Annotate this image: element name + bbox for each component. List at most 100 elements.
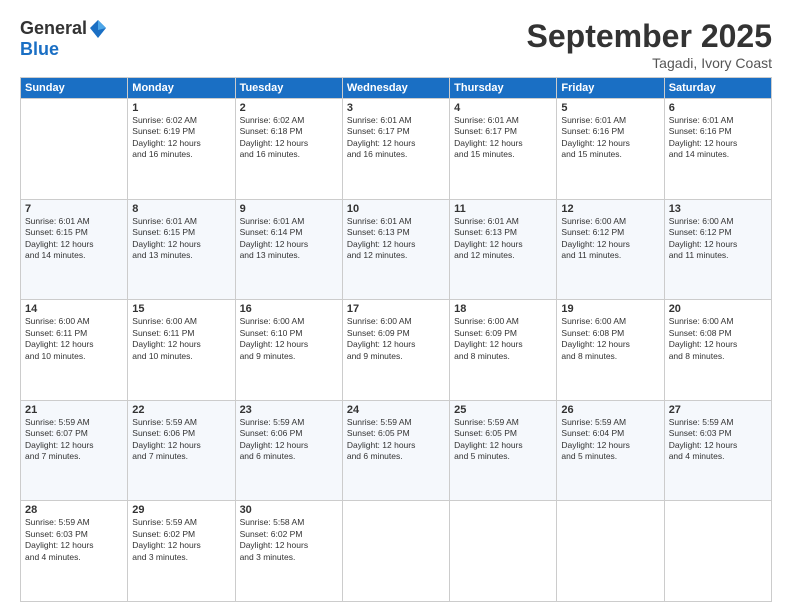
day-number: 15 bbox=[132, 303, 230, 315]
table-row: 29Sunrise: 5:59 AMSunset: 6:02 PMDayligh… bbox=[128, 501, 235, 602]
logo-text: General Blue bbox=[20, 18, 107, 60]
day-number: 12 bbox=[561, 203, 659, 215]
table-row: 7Sunrise: 6:01 AMSunset: 6:15 PMDaylight… bbox=[21, 199, 128, 300]
header: General Blue September 2025 Tagadi, Ivor… bbox=[20, 18, 772, 71]
calendar-week-row: 1Sunrise: 6:02 AMSunset: 6:19 PMDaylight… bbox=[21, 99, 772, 200]
day-detail: Sunrise: 5:59 AMSunset: 6:02 PMDaylight:… bbox=[132, 517, 230, 563]
calendar-table: Sunday Monday Tuesday Wednesday Thursday… bbox=[20, 77, 772, 602]
table-row: 25Sunrise: 5:59 AMSunset: 6:05 PMDayligh… bbox=[450, 400, 557, 501]
table-row: 20Sunrise: 6:00 AMSunset: 6:08 PMDayligh… bbox=[664, 300, 771, 401]
header-tuesday: Tuesday bbox=[235, 78, 342, 99]
table-row bbox=[557, 501, 664, 602]
table-row: 17Sunrise: 6:00 AMSunset: 6:09 PMDayligh… bbox=[342, 300, 449, 401]
day-number: 27 bbox=[669, 404, 767, 416]
day-number: 14 bbox=[25, 303, 123, 315]
table-row: 24Sunrise: 5:59 AMSunset: 6:05 PMDayligh… bbox=[342, 400, 449, 501]
day-detail: Sunrise: 5:59 AMSunset: 6:05 PMDaylight:… bbox=[347, 417, 445, 463]
table-row: 4Sunrise: 6:01 AMSunset: 6:17 PMDaylight… bbox=[450, 99, 557, 200]
day-detail: Sunrise: 6:00 AMSunset: 6:10 PMDaylight:… bbox=[240, 316, 338, 362]
day-number: 30 bbox=[240, 504, 338, 516]
table-row: 19Sunrise: 6:00 AMSunset: 6:08 PMDayligh… bbox=[557, 300, 664, 401]
day-number: 2 bbox=[240, 102, 338, 114]
month-title: September 2025 bbox=[527, 18, 772, 55]
day-number: 20 bbox=[669, 303, 767, 315]
day-number: 25 bbox=[454, 404, 552, 416]
day-detail: Sunrise: 6:02 AMSunset: 6:18 PMDaylight:… bbox=[240, 115, 338, 161]
table-row: 21Sunrise: 5:59 AMSunset: 6:07 PMDayligh… bbox=[21, 400, 128, 501]
day-detail: Sunrise: 6:02 AMSunset: 6:19 PMDaylight:… bbox=[132, 115, 230, 161]
day-number: 26 bbox=[561, 404, 659, 416]
table-row: 30Sunrise: 5:58 AMSunset: 6:02 PMDayligh… bbox=[235, 501, 342, 602]
table-row: 8Sunrise: 6:01 AMSunset: 6:15 PMDaylight… bbox=[128, 199, 235, 300]
day-detail: Sunrise: 5:59 AMSunset: 6:04 PMDaylight:… bbox=[561, 417, 659, 463]
logo-general: General bbox=[20, 19, 87, 39]
table-row: 13Sunrise: 6:00 AMSunset: 6:12 PMDayligh… bbox=[664, 199, 771, 300]
day-detail: Sunrise: 6:00 AMSunset: 6:09 PMDaylight:… bbox=[347, 316, 445, 362]
table-row: 26Sunrise: 5:59 AMSunset: 6:04 PMDayligh… bbox=[557, 400, 664, 501]
table-row: 15Sunrise: 6:00 AMSunset: 6:11 PMDayligh… bbox=[128, 300, 235, 401]
day-detail: Sunrise: 6:01 AMSunset: 6:16 PMDaylight:… bbox=[561, 115, 659, 161]
table-row: 6Sunrise: 6:01 AMSunset: 6:16 PMDaylight… bbox=[664, 99, 771, 200]
table-row bbox=[664, 501, 771, 602]
table-row bbox=[21, 99, 128, 200]
table-row: 16Sunrise: 6:00 AMSunset: 6:10 PMDayligh… bbox=[235, 300, 342, 401]
page: General Blue September 2025 Tagadi, Ivor… bbox=[0, 0, 792, 612]
table-row: 5Sunrise: 6:01 AMSunset: 6:16 PMDaylight… bbox=[557, 99, 664, 200]
day-number: 19 bbox=[561, 303, 659, 315]
day-number: 17 bbox=[347, 303, 445, 315]
logo: General Blue bbox=[20, 18, 107, 60]
day-detail: Sunrise: 6:00 AMSunset: 6:12 PMDaylight:… bbox=[561, 216, 659, 262]
table-row: 12Sunrise: 6:00 AMSunset: 6:12 PMDayligh… bbox=[557, 199, 664, 300]
day-number: 1 bbox=[132, 102, 230, 114]
day-number: 3 bbox=[347, 102, 445, 114]
table-row: 1Sunrise: 6:02 AMSunset: 6:19 PMDaylight… bbox=[128, 99, 235, 200]
calendar-week-row: 28Sunrise: 5:59 AMSunset: 6:03 PMDayligh… bbox=[21, 501, 772, 602]
day-detail: Sunrise: 6:00 AMSunset: 6:09 PMDaylight:… bbox=[454, 316, 552, 362]
header-monday: Monday bbox=[128, 78, 235, 99]
table-row: 27Sunrise: 5:59 AMSunset: 6:03 PMDayligh… bbox=[664, 400, 771, 501]
day-number: 13 bbox=[669, 203, 767, 215]
day-detail: Sunrise: 6:00 AMSunset: 6:12 PMDaylight:… bbox=[669, 216, 767, 262]
day-detail: Sunrise: 5:59 AMSunset: 6:03 PMDaylight:… bbox=[25, 517, 123, 563]
header-sunday: Sunday bbox=[21, 78, 128, 99]
day-detail: Sunrise: 5:58 AMSunset: 6:02 PMDaylight:… bbox=[240, 517, 338, 563]
header-saturday: Saturday bbox=[664, 78, 771, 99]
calendar-week-row: 21Sunrise: 5:59 AMSunset: 6:07 PMDayligh… bbox=[21, 400, 772, 501]
day-number: 11 bbox=[454, 203, 552, 215]
table-row: 28Sunrise: 5:59 AMSunset: 6:03 PMDayligh… bbox=[21, 501, 128, 602]
table-row: 11Sunrise: 6:01 AMSunset: 6:13 PMDayligh… bbox=[450, 199, 557, 300]
location: Tagadi, Ivory Coast bbox=[527, 55, 772, 71]
logo-blue: Blue bbox=[20, 40, 107, 60]
table-row: 2Sunrise: 6:02 AMSunset: 6:18 PMDaylight… bbox=[235, 99, 342, 200]
day-number: 5 bbox=[561, 102, 659, 114]
table-row: 18Sunrise: 6:00 AMSunset: 6:09 PMDayligh… bbox=[450, 300, 557, 401]
day-number: 24 bbox=[347, 404, 445, 416]
title-block: September 2025 Tagadi, Ivory Coast bbox=[527, 18, 772, 71]
day-number: 4 bbox=[454, 102, 552, 114]
day-number: 16 bbox=[240, 303, 338, 315]
day-number: 29 bbox=[132, 504, 230, 516]
day-detail: Sunrise: 6:01 AMSunset: 6:13 PMDaylight:… bbox=[347, 216, 445, 262]
day-number: 23 bbox=[240, 404, 338, 416]
day-detail: Sunrise: 5:59 AMSunset: 6:07 PMDaylight:… bbox=[25, 417, 123, 463]
day-detail: Sunrise: 5:59 AMSunset: 6:03 PMDaylight:… bbox=[669, 417, 767, 463]
header-thursday: Thursday bbox=[450, 78, 557, 99]
table-row: 22Sunrise: 5:59 AMSunset: 6:06 PMDayligh… bbox=[128, 400, 235, 501]
day-number: 10 bbox=[347, 203, 445, 215]
day-detail: Sunrise: 6:01 AMSunset: 6:16 PMDaylight:… bbox=[669, 115, 767, 161]
table-row: 3Sunrise: 6:01 AMSunset: 6:17 PMDaylight… bbox=[342, 99, 449, 200]
day-detail: Sunrise: 6:00 AMSunset: 6:08 PMDaylight:… bbox=[561, 316, 659, 362]
logo-icon bbox=[89, 18, 107, 40]
day-number: 7 bbox=[25, 203, 123, 215]
day-number: 28 bbox=[25, 504, 123, 516]
day-detail: Sunrise: 6:01 AMSunset: 6:15 PMDaylight:… bbox=[25, 216, 123, 262]
header-friday: Friday bbox=[557, 78, 664, 99]
header-wednesday: Wednesday bbox=[342, 78, 449, 99]
day-detail: Sunrise: 5:59 AMSunset: 6:05 PMDaylight:… bbox=[454, 417, 552, 463]
day-number: 21 bbox=[25, 404, 123, 416]
day-number: 22 bbox=[132, 404, 230, 416]
table-row bbox=[450, 501, 557, 602]
table-row: 10Sunrise: 6:01 AMSunset: 6:13 PMDayligh… bbox=[342, 199, 449, 300]
day-number: 9 bbox=[240, 203, 338, 215]
day-detail: Sunrise: 6:00 AMSunset: 6:08 PMDaylight:… bbox=[669, 316, 767, 362]
